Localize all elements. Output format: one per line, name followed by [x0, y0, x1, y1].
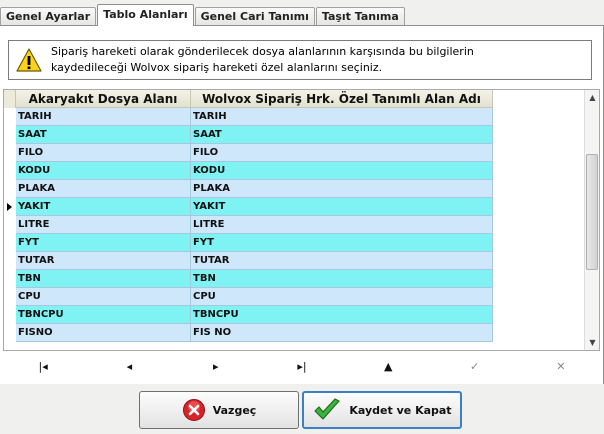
- cell-target-field[interactable]: TBN: [191, 270, 493, 288]
- table-row[interactable]: YAKIT YAKIT: [4, 198, 493, 216]
- row-indicator[interactable]: [4, 252, 16, 270]
- cell-target-field[interactable]: CPU: [191, 288, 493, 306]
- tab-strip: Genel Ayarlar Tablo Alanları Genel Cari …: [0, 4, 406, 26]
- table-row[interactable]: TBNCPU TBNCPU: [4, 306, 493, 324]
- grid-rows: TARIH TARIH SAAT SAAT FILO FILO KODU KODU PLAKA P…: [4, 108, 493, 342]
- column-header-source[interactable]: Akaryakıt Dosya Alanı: [16, 90, 191, 108]
- info-line-1: Sipariş hareketi olarak gönderilecek dos…: [51, 45, 474, 58]
- table-row[interactable]: PLAKA PLAKA: [4, 180, 493, 198]
- first-record-icon[interactable]: |◂: [0, 354, 86, 378]
- cell-target-field[interactable]: SAAT: [191, 126, 493, 144]
- table-row[interactable]: KODU KODU: [4, 162, 493, 180]
- cell-source-field[interactable]: TBN: [16, 270, 191, 288]
- cell-source-field[interactable]: FISNO: [16, 324, 191, 342]
- cell-target-field[interactable]: FYT: [191, 234, 493, 252]
- scroll-up-icon[interactable]: ▲: [585, 90, 599, 105]
- row-indicator[interactable]: [4, 180, 16, 198]
- row-indicator[interactable]: [4, 288, 16, 306]
- cell-source-field[interactable]: KODU: [16, 162, 191, 180]
- cell-target-field[interactable]: FIS NO: [191, 324, 493, 342]
- save-label: Kaydet ve Kapat: [349, 403, 452, 417]
- grid-header: Akaryakıt Dosya Alanı Wolvox Sipariş Hrk…: [4, 90, 493, 108]
- cell-source-field[interactable]: TBNCPU: [16, 306, 191, 324]
- cancel-button[interactable]: Vazgeç: [139, 391, 299, 429]
- checkmark-icon: [312, 397, 342, 423]
- cell-target-field[interactable]: KODU: [191, 162, 493, 180]
- cell-source-field[interactable]: YAKIT: [16, 198, 191, 216]
- next-record-icon[interactable]: ▸: [173, 354, 259, 378]
- row-indicator[interactable]: [4, 144, 16, 162]
- table-row[interactable]: TUTAR TUTAR: [4, 252, 493, 270]
- cell-target-field[interactable]: TARIH: [191, 108, 493, 126]
- row-indicator[interactable]: [4, 324, 16, 342]
- scroll-down-icon[interactable]: ▼: [585, 335, 599, 350]
- warning-icon: [9, 41, 49, 79]
- cell-target-field[interactable]: FILO: [191, 144, 493, 162]
- table-row[interactable]: FILO FILO: [4, 144, 493, 162]
- cancel-record-icon[interactable]: ✕: [518, 354, 604, 378]
- row-indicator[interactable]: [4, 234, 16, 252]
- vertical-scrollbar[interactable]: ▲ ▼: [584, 90, 599, 350]
- field-mapping-grid[interactable]: Akaryakıt Dosya Alanı Wolvox Sipariş Hrk…: [3, 89, 600, 351]
- row-indicator[interactable]: [4, 198, 16, 216]
- cell-source-field[interactable]: SAAT: [16, 126, 191, 144]
- cell-source-field[interactable]: PLAKA: [16, 180, 191, 198]
- row-indicator[interactable]: [4, 270, 16, 288]
- current-row-arrow-icon: [7, 203, 12, 211]
- cell-source-field[interactable]: TUTAR: [16, 252, 191, 270]
- indicator-header: [4, 90, 16, 108]
- row-indicator[interactable]: [4, 216, 16, 234]
- cell-target-field[interactable]: LITRE: [191, 216, 493, 234]
- cell-source-field[interactable]: CPU: [16, 288, 191, 306]
- record-navigator: |◂ ◂ ▸ ▸| ▲ ✓ ✕: [0, 354, 604, 378]
- cancel-label: Vazgeç: [212, 403, 257, 417]
- tab-genel-ayarlar[interactable]: Genel Ayarlar: [0, 7, 97, 26]
- cell-source-field[interactable]: FYT: [16, 234, 191, 252]
- insert-record-icon[interactable]: ▲: [345, 354, 431, 378]
- tab-tasit-tanima[interactable]: Taşıt Tanıma: [315, 7, 405, 26]
- info-box: Sipariş hareketi olarak gönderilecek dos…: [8, 40, 592, 80]
- info-text: Sipariş hareketi olarak gönderilecek dos…: [49, 44, 474, 76]
- tab-genel-cari-tanimi[interactable]: Genel Cari Tanımı: [194, 7, 315, 26]
- cell-source-field[interactable]: TARIH: [16, 108, 191, 126]
- table-row[interactable]: SAAT SAAT: [4, 126, 493, 144]
- save-and-close-button[interactable]: Kaydet ve Kapat: [302, 391, 462, 429]
- post-record-icon[interactable]: ✓: [431, 354, 517, 378]
- cell-source-field[interactable]: LITRE: [16, 216, 191, 234]
- cell-target-field[interactable]: TUTAR: [191, 252, 493, 270]
- cancel-icon: [182, 398, 206, 422]
- table-row[interactable]: FYT FYT: [4, 234, 493, 252]
- cell-target-field[interactable]: TBNCPU: [191, 306, 493, 324]
- table-row[interactable]: TARIH TARIH: [4, 108, 493, 126]
- cell-source-field[interactable]: FILO: [16, 144, 191, 162]
- row-indicator[interactable]: [4, 306, 16, 324]
- prior-record-icon[interactable]: ◂: [86, 354, 172, 378]
- table-row[interactable]: LITRE LITRE: [4, 216, 493, 234]
- table-row[interactable]: FISNO FIS NO: [4, 324, 493, 342]
- tab-tablo-alanlari[interactable]: Tablo Alanları: [97, 4, 194, 26]
- row-indicator[interactable]: [4, 162, 16, 180]
- info-line-2: kaydedileceği Wolvox sipariş hareketi öz…: [51, 61, 383, 74]
- scroll-thumb[interactable]: [586, 154, 598, 270]
- last-record-icon[interactable]: ▸|: [259, 354, 345, 378]
- cell-target-field[interactable]: YAKIT: [191, 198, 493, 216]
- table-row[interactable]: CPU CPU: [4, 288, 493, 306]
- column-header-target[interactable]: Wolvox Sipariş Hrk. Özel Tanımlı Alan Ad…: [191, 90, 493, 108]
- row-indicator[interactable]: [4, 108, 16, 126]
- row-indicator[interactable]: [4, 126, 16, 144]
- cell-target-field[interactable]: PLAKA: [191, 180, 493, 198]
- table-row[interactable]: TBN TBN: [4, 270, 493, 288]
